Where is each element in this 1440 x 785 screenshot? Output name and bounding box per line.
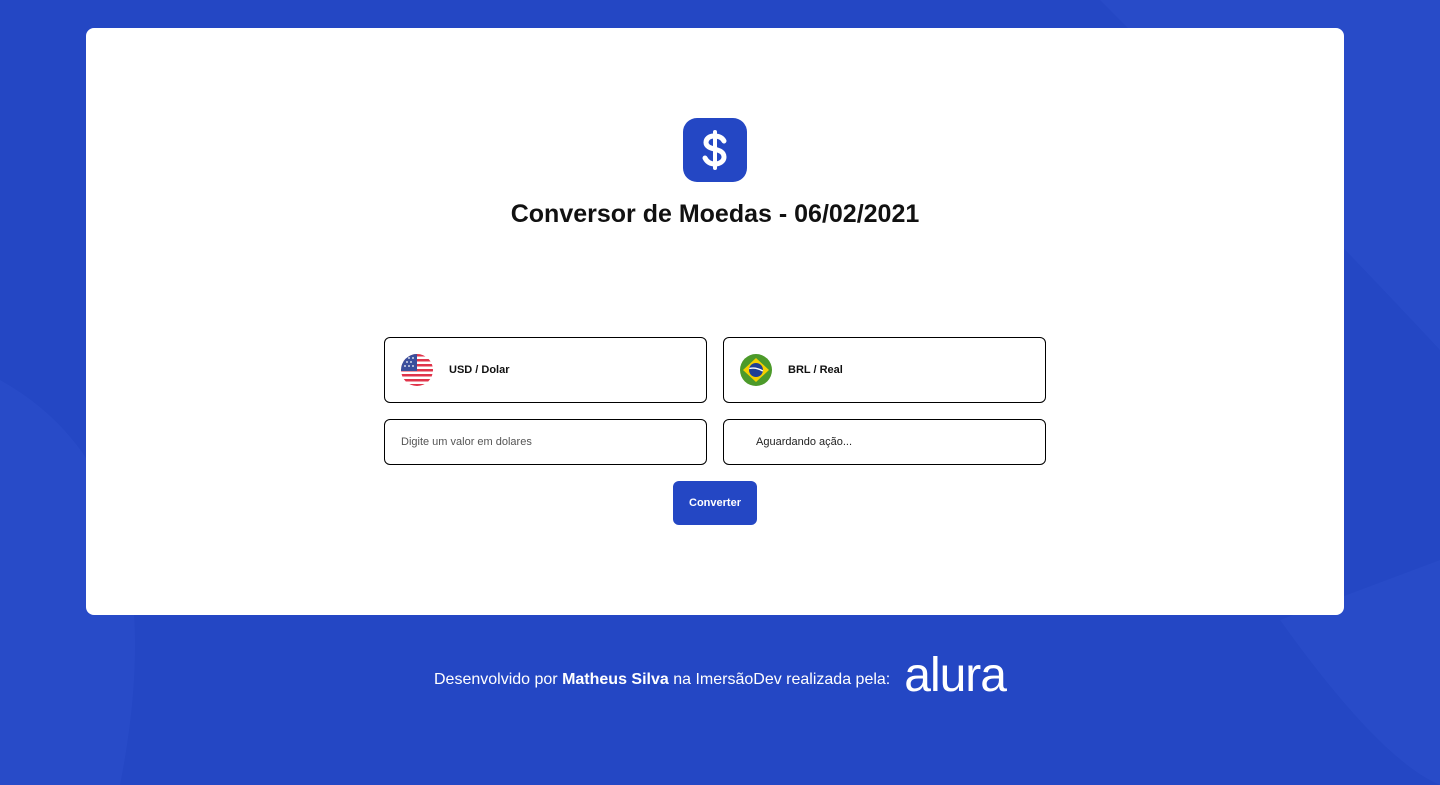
from-currency-select[interactable]: USD / Dolar <box>384 337 707 403</box>
alura-logo: alura <box>904 649 1007 702</box>
convert-button[interactable]: Converter <box>673 481 757 525</box>
us-flag-icon <box>401 354 433 386</box>
converter-card: Conversor de Moedas - 06/02/2021 USD / D… <box>86 28 1344 615</box>
to-currency-label: BRL / Real <box>788 364 843 376</box>
footer-prefix: Desenvolvido por <box>434 671 558 688</box>
from-currency-label: USD / Dolar <box>449 364 510 376</box>
footer: Desenvolvido por Matheus Silva na Imersã… <box>0 651 1440 705</box>
footer-suffix: na ImersãoDev realizada pela: <box>673 671 891 688</box>
br-flag-icon <box>740 354 772 386</box>
footer-author: Matheus Silva <box>562 671 669 688</box>
dollar-icon <box>683 118 747 182</box>
amount-input[interactable] <box>384 419 707 465</box>
page-title: Conversor de Moedas - 06/02/2021 <box>510 200 920 228</box>
conversion-result: Aguardando ação... <box>723 419 1046 465</box>
to-currency-select[interactable]: BRL / Real <box>723 337 1046 403</box>
